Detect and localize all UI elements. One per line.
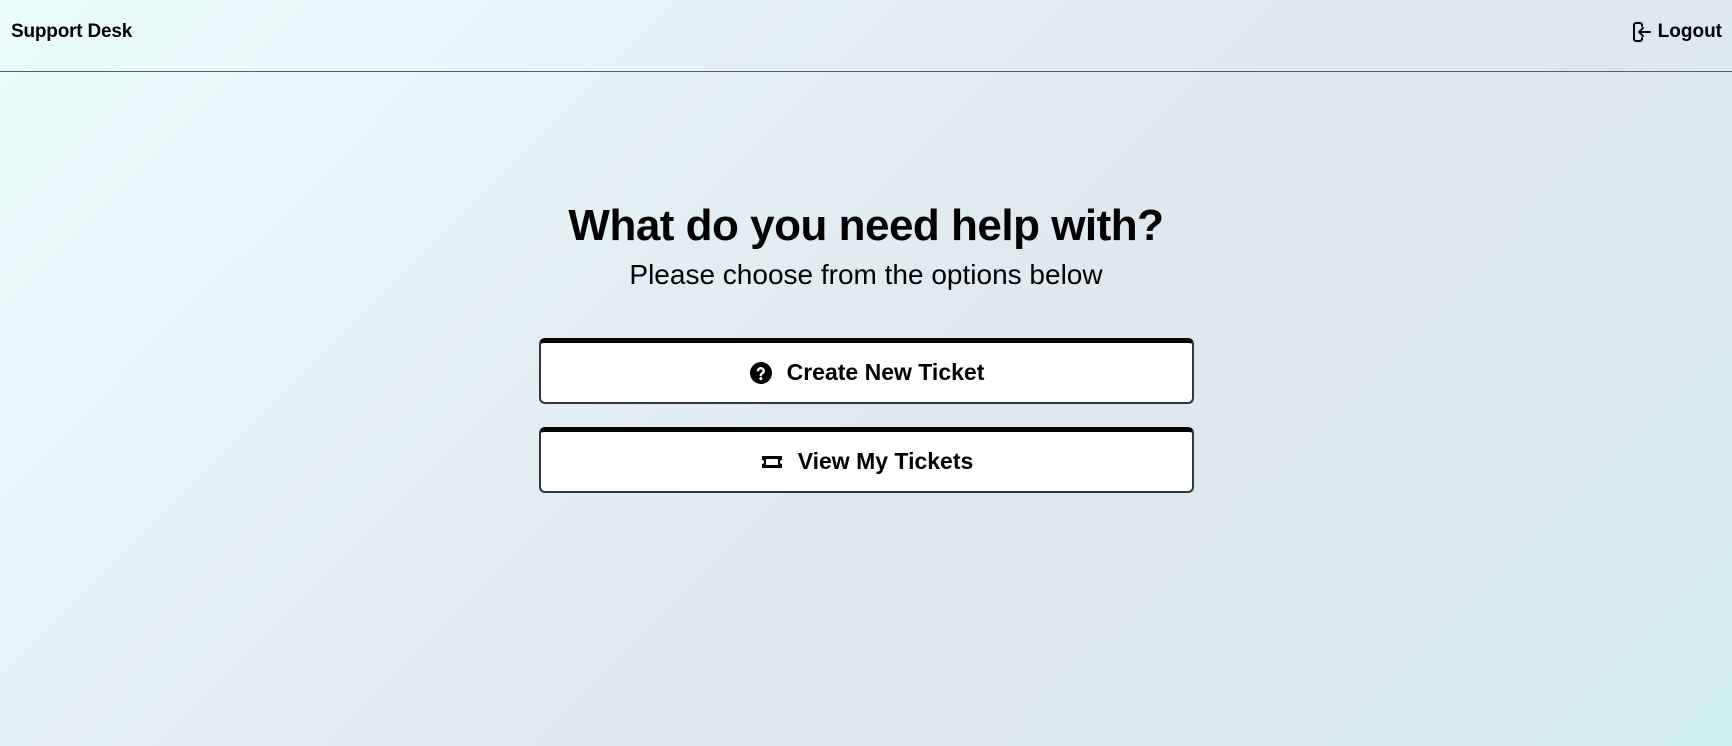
- create-new-ticket-button[interactable]: Create New Ticket: [539, 338, 1194, 404]
- top-navbar: Support Desk Logout: [0, 0, 1732, 72]
- question-circle-icon: [749, 361, 773, 385]
- view-my-tickets-button[interactable]: View My Tickets: [539, 427, 1194, 493]
- ticket-icon: [760, 450, 784, 474]
- logout-label: Logout: [1657, 21, 1722, 42]
- brand-link[interactable]: Support Desk: [11, 20, 132, 44]
- view-my-tickets-label: View My Tickets: [797, 448, 974, 474]
- logout-button[interactable]: Logout: [1630, 17, 1732, 47]
- page-subtitle: Please choose from the options below: [629, 259, 1103, 290]
- hero-section: What do you need help with? Please choos…: [0, 198, 1732, 296]
- sign-out-icon: [1630, 20, 1654, 44]
- page-title: What do you need help with?: [568, 201, 1164, 250]
- create-new-ticket-label: Create New Ticket: [786, 359, 985, 385]
